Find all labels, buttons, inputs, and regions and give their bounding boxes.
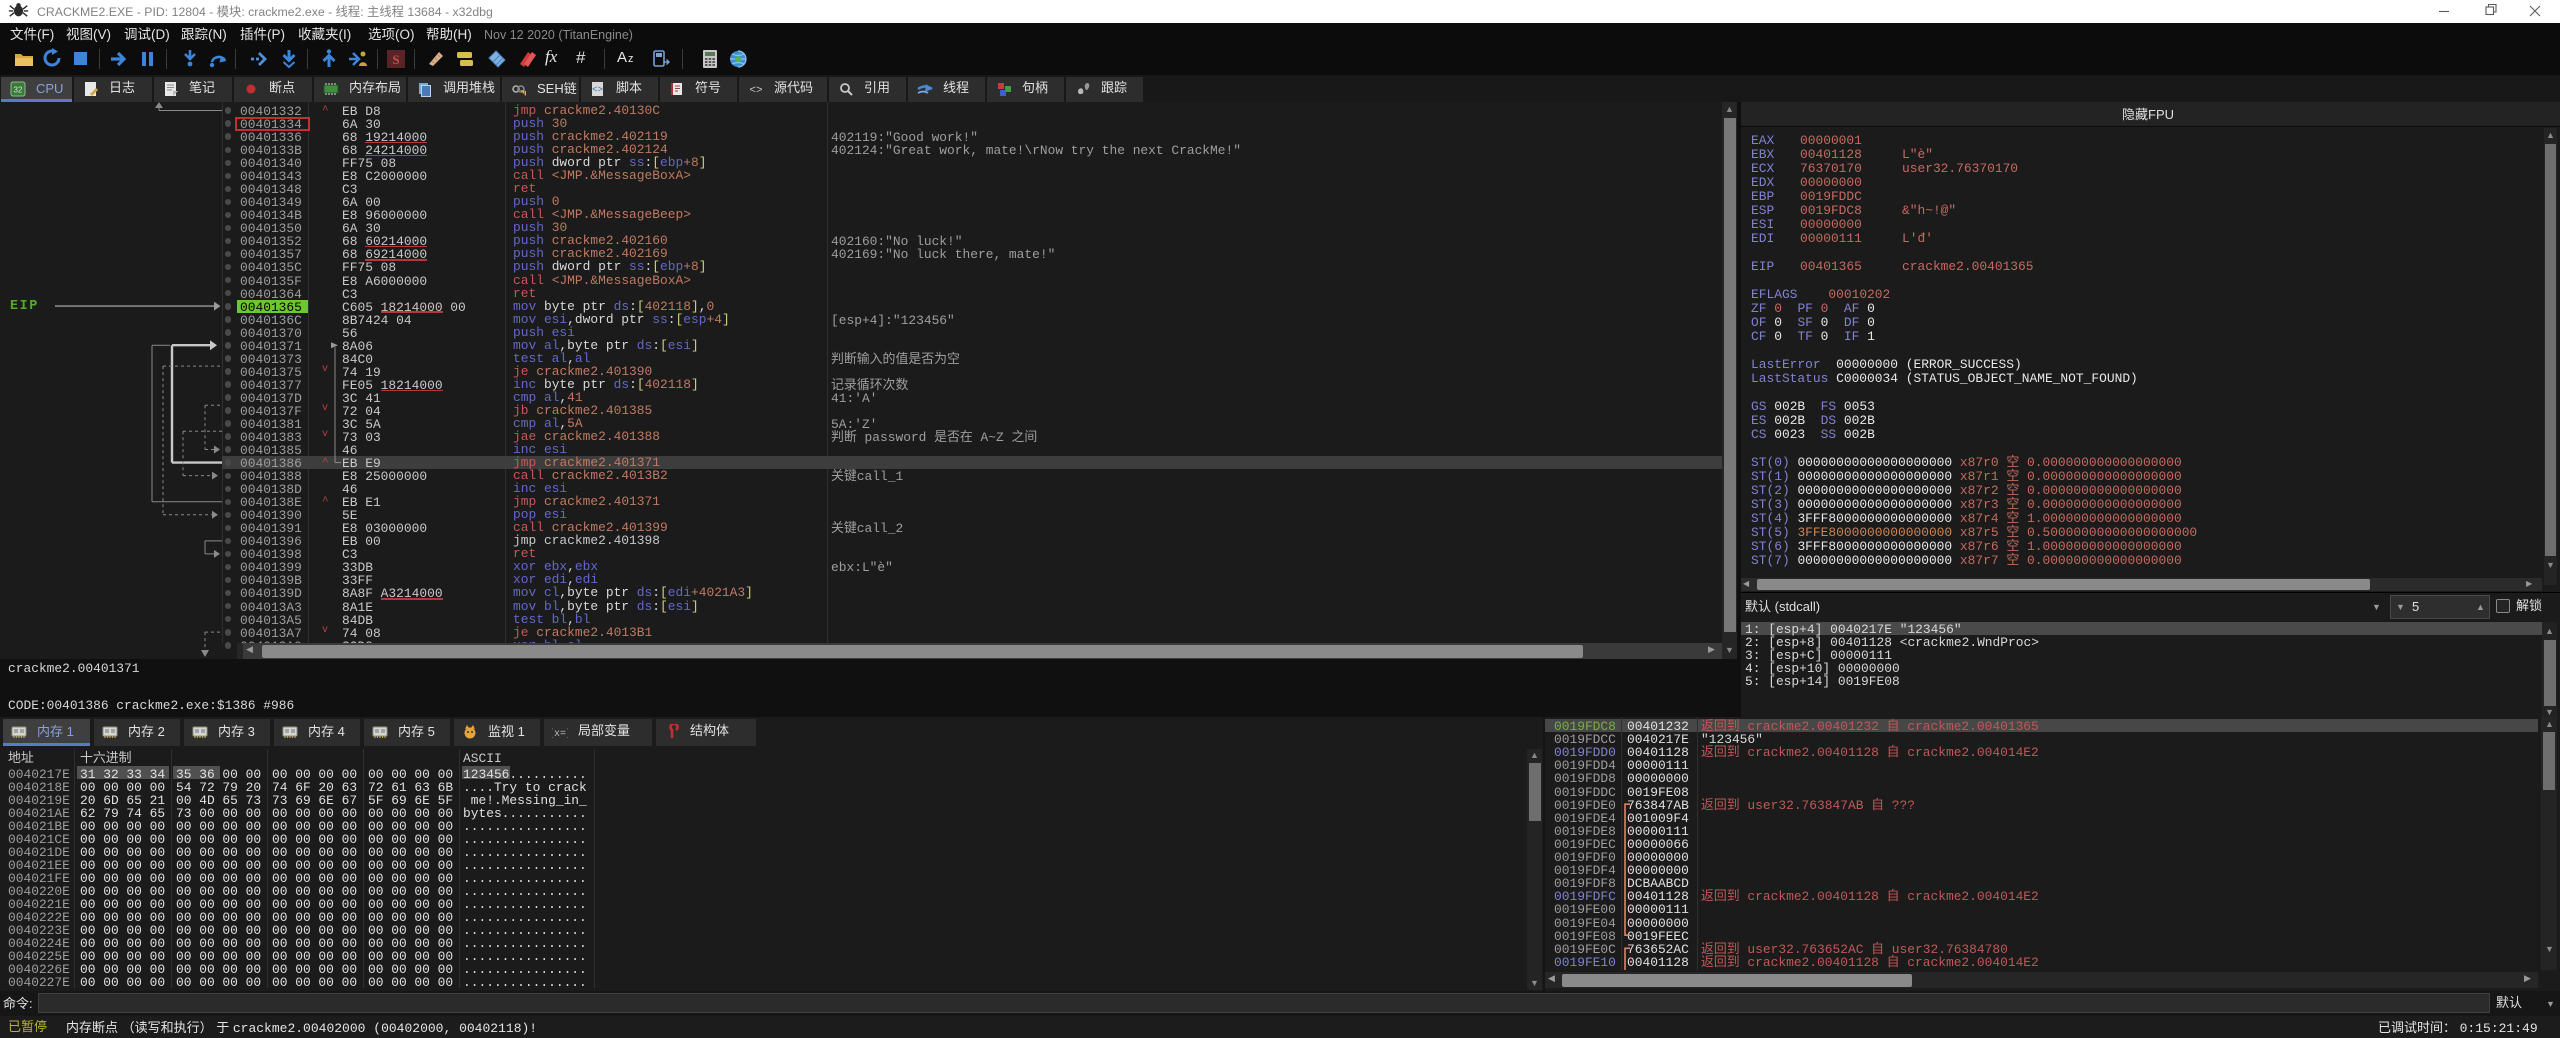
svg-text:32: 32 (14, 86, 23, 95)
svg-text:<>: <> (749, 85, 762, 97)
svg-text:S: S (392, 52, 399, 67)
svg-text:!: ! (523, 91, 525, 97)
svg-text:[x=]: [x=] (552, 728, 568, 740)
svg-text:<>: <> (592, 85, 603, 95)
